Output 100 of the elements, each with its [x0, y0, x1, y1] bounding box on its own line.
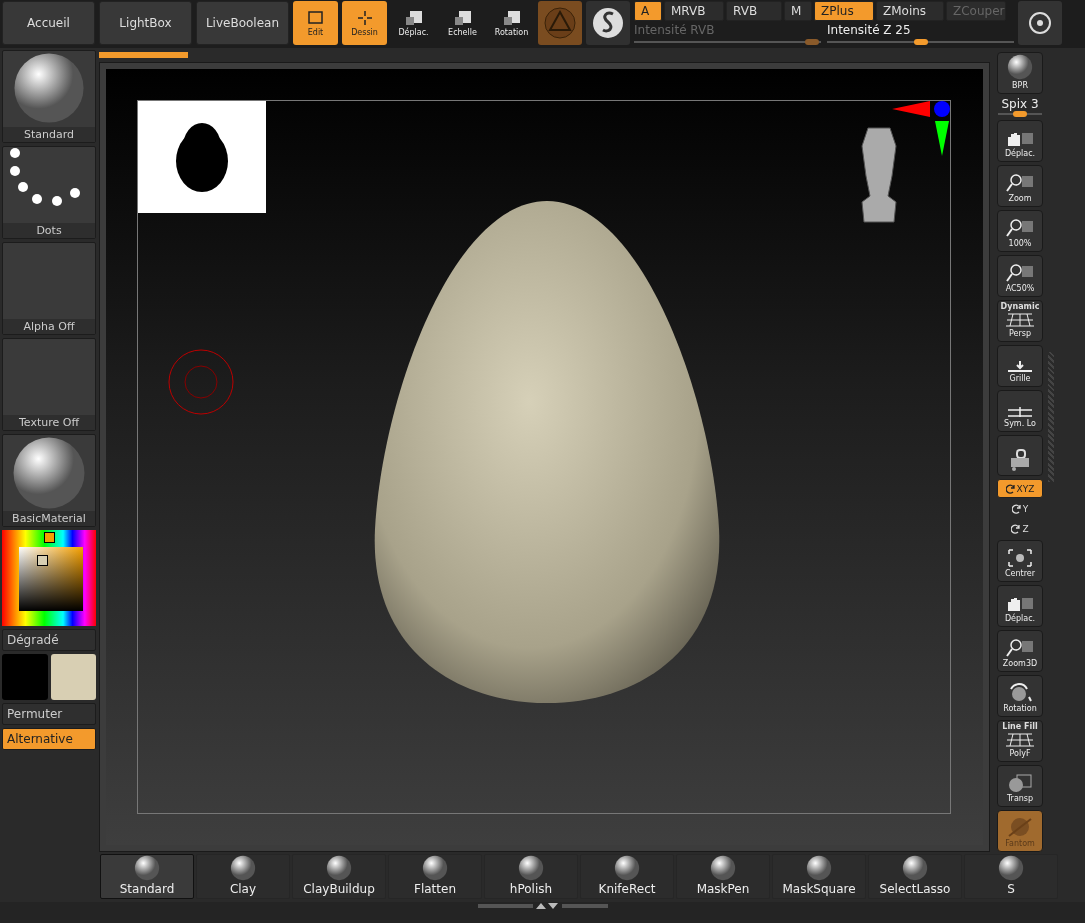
gradient-toggle[interactable]: Dégradé: [2, 629, 96, 651]
render-sphere-icon: [1007, 53, 1033, 80]
magnifier-icon: [1005, 638, 1035, 659]
color-swatch[interactable]: [2, 654, 48, 700]
brush-sphere-icon: [421, 855, 449, 881]
magnifier-icon: [1005, 172, 1035, 193]
view-button[interactable]: Centrer: [997, 540, 1043, 583]
slider-label: Intensité RVB: [634, 23, 716, 37]
brush-button[interactable]: MaskSquare: [772, 854, 866, 899]
mode-button[interactable]: ZMoins: [876, 1, 944, 21]
tile-label: BasicMaterial: [3, 511, 95, 526]
brush-button[interactable]: Standard: [100, 854, 194, 899]
brush-button[interactable]: Clay: [196, 854, 290, 899]
egg-silhouette-icon: [174, 121, 230, 193]
view-button[interactable]: 100%: [997, 209, 1043, 252]
brush-button[interactable]: Flatten: [388, 854, 482, 899]
brush-cursor-icon: [167, 348, 235, 416]
brush-button[interactable]: S: [964, 854, 1058, 899]
view-button[interactable]: Sym. Lo: [997, 389, 1043, 432]
rotate-arrow-icon: [1011, 524, 1022, 534]
slider-thumb[interactable]: [1013, 110, 1027, 117]
tile-caption: Dynamic: [1000, 301, 1040, 311]
palette-tile[interactable]: BasicMaterial: [2, 434, 96, 527]
magnifier-icon: [1005, 262, 1035, 283]
view-button[interactable]: AC50%: [997, 254, 1043, 297]
brush-button[interactable]: hPolish: [484, 854, 578, 899]
edit-frame-icon: [306, 9, 325, 26]
slider-label: Intensité Z 25: [827, 23, 912, 37]
axis-button[interactable]: Y: [997, 501, 1043, 518]
lightbox-button[interactable]: [1018, 1, 1062, 45]
slider-label: Spix 3: [1001, 96, 1039, 111]
tool-button[interactable]: Dessin: [342, 1, 387, 45]
rotate-arrow-icon: [1005, 483, 1016, 494]
scrollbar[interactable]: [1048, 352, 1054, 482]
tool-button[interactable]: Rotation: [489, 1, 534, 45]
sphere-button[interactable]: [586, 1, 630, 45]
s-sphere-icon: [591, 6, 625, 40]
nav-button[interactable]: LightBox: [99, 1, 192, 45]
brush-sphere-icon: [997, 855, 1025, 881]
mode-button[interactable]: M: [784, 1, 812, 21]
brush-sphere-icon: [12, 51, 86, 125]
panel-button[interactable]: Permuter: [2, 703, 96, 725]
brush-sphere-icon: [805, 855, 833, 881]
brush-sphere-icon: [133, 855, 161, 881]
axis-button[interactable]: XYZ: [997, 479, 1043, 499]
palette-tile[interactable]: Alpha Off: [2, 242, 96, 335]
brush-sphere-icon: [901, 855, 929, 881]
view-button[interactable]: Zoom: [997, 164, 1043, 207]
brush-sphere-icon: [613, 855, 641, 881]
view-button[interactable]: Zoom3D: [997, 630, 1043, 673]
view-button[interactable]: Dynamic Persp: [997, 299, 1043, 342]
rotate-arrow-icon: [1011, 504, 1022, 515]
tile-label: Texture Off: [3, 415, 95, 430]
triangle-circle-icon: [543, 6, 577, 40]
magnifier-icon: [1005, 217, 1035, 238]
brush-button[interactable]: SelectLasso: [868, 854, 962, 899]
nav-button[interactable]: LiveBoolean: [196, 1, 289, 45]
panel-button[interactable]: Alternative: [2, 728, 96, 750]
brush-sphere-icon: [709, 855, 737, 881]
view-button[interactable]: Rotation: [997, 675, 1043, 718]
brush-button[interactable]: KnifeRect: [580, 854, 674, 899]
tile-label: Standard: [3, 127, 95, 142]
view-button[interactable]: [997, 434, 1043, 477]
brush-sphere-icon: [229, 855, 257, 881]
center-icon: [1005, 548, 1035, 569]
collapse-arrows-icon[interactable]: [477, 902, 608, 910]
tile-caption: Line Fill: [1002, 722, 1038, 731]
brush-button[interactable]: MaskPen: [676, 854, 770, 899]
view-button[interactable]: Grille: [997, 344, 1043, 387]
brush-sphere-icon: [517, 855, 545, 881]
brush-button[interactable]: ClayBuildup: [292, 854, 386, 899]
bpr-button[interactable]: BPR: [997, 52, 1043, 94]
mode-button[interactable]: MRVB: [664, 1, 724, 21]
tool-button[interactable]: Edit: [293, 1, 338, 45]
mode-button[interactable]: ZPlus: [814, 1, 874, 21]
grid-icon: [1005, 732, 1035, 748]
mode-button[interactable]: RVB: [726, 1, 782, 21]
axis-button[interactable]: Z: [997, 520, 1043, 538]
slider-thumb[interactable]: [913, 39, 928, 45]
intensity-slider[interactable]: Intensité Z 25: [827, 23, 1014, 45]
tile-label: Dots: [3, 223, 95, 238]
color-swatch[interactable]: [50, 654, 96, 700]
color-picker[interactable]: [2, 530, 96, 626]
grid-icon: [1005, 311, 1035, 328]
view-button[interactable]: Déplac.: [997, 119, 1043, 162]
view-button[interactable]: Déplac.: [997, 585, 1043, 628]
palette-tile[interactable]: Dots: [2, 146, 96, 239]
brush-sphere-icon: [325, 855, 353, 881]
palette-tile[interactable]: Texture Off: [2, 338, 96, 431]
floor-grid-icon: [1005, 358, 1035, 373]
palette-tile[interactable]: Standard: [2, 50, 96, 143]
tool-button[interactable]: Echelle: [440, 1, 485, 45]
spix-slider[interactable]: Spix 3: [997, 96, 1043, 117]
tool-button[interactable]: Déplac.: [391, 1, 436, 45]
mode-button[interactable]: A: [634, 1, 662, 21]
view-button[interactable]: Transp: [997, 765, 1043, 807]
crosshair-icon: [355, 9, 374, 26]
tile-label: Alpha Off: [3, 319, 95, 334]
nav-button[interactable]: Accueil: [2, 1, 95, 45]
view-button[interactable]: Line Fill PolyF: [997, 720, 1043, 762]
